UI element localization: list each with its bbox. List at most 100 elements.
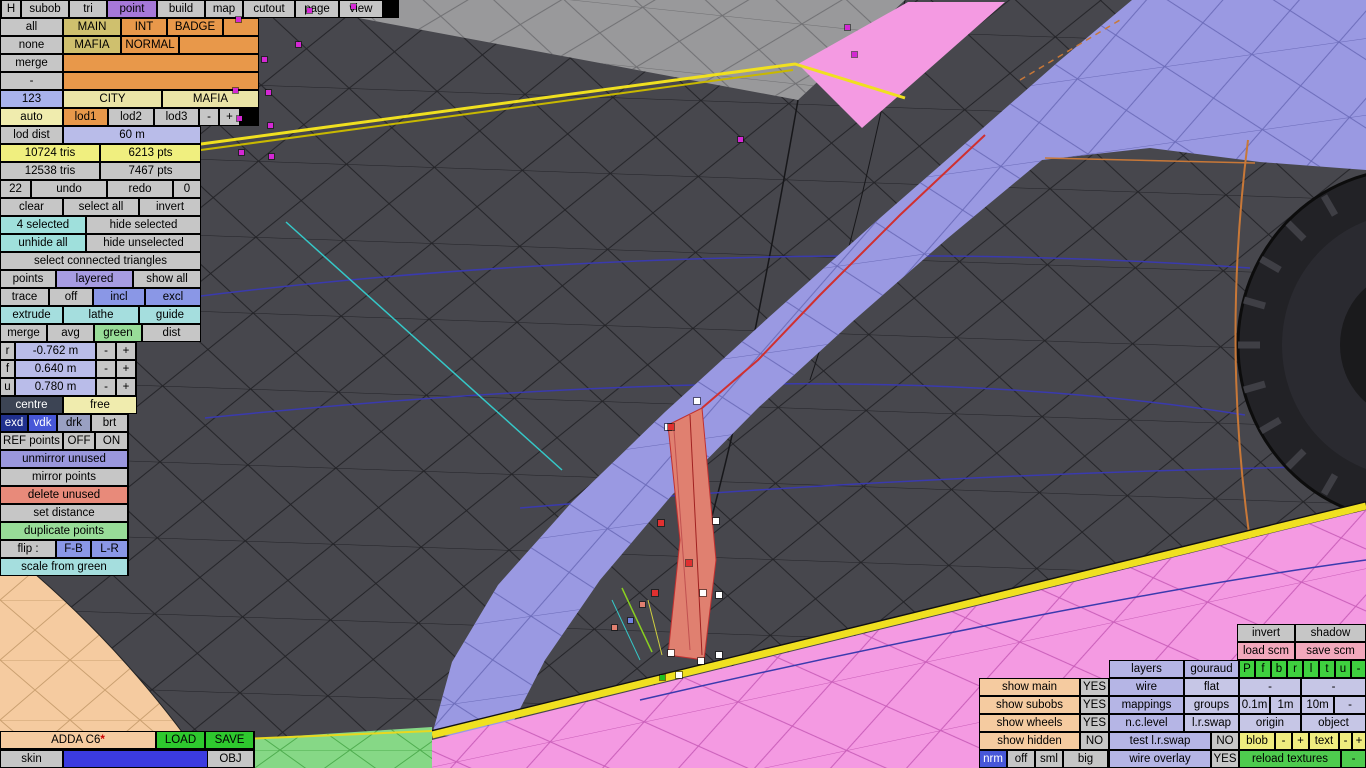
mat-empty-2[interactable] (180, 37, 258, 53)
nrm-sml-btn[interactable]: sml (1036, 751, 1062, 767)
points-mode-btn[interactable]: points (1, 271, 55, 287)
axis-r-minus-btn[interactable]: - (97, 343, 115, 359)
delete-unused-btn[interactable]: delete unused (1, 487, 127, 503)
mat-main[interactable]: MAIN (64, 19, 120, 35)
flip-lr-btn[interactable]: L-R (92, 541, 127, 557)
grid-10m-btn[interactable]: 10m (1302, 697, 1333, 713)
unhide-all-btn[interactable]: unhide all (1, 235, 85, 251)
select-connected-btn[interactable]: select connected triangles (1, 253, 200, 269)
layer-u-btn[interactable]: u (1336, 661, 1350, 677)
axis-f-minus-btn[interactable]: - (97, 361, 115, 377)
guide-btn[interactable]: guide (140, 307, 200, 323)
mat-normal[interactable]: NORMAL (122, 37, 178, 53)
hide-selected-btn[interactable]: hide selected (87, 217, 200, 233)
mat-mafia[interactable]: MAFIA (64, 37, 120, 53)
save-button[interactable]: SAVE (206, 732, 253, 748)
test-lrswap-state[interactable]: NO (1212, 733, 1238, 749)
mat-empty-3[interactable] (64, 55, 258, 71)
blob-btn[interactable]: blob (1240, 733, 1274, 749)
groups-btn[interactable]: groups (1185, 697, 1238, 713)
variant-mafia[interactable]: MAFIA (163, 91, 258, 107)
show-subobs-btn[interactable]: show subobs (980, 697, 1079, 713)
shade-exd-btn[interactable]: exd (1, 415, 27, 431)
show-wheels-btn[interactable]: show wheels (980, 715, 1079, 731)
wire-overlay-btn[interactable]: wire overlay (1110, 751, 1210, 767)
layer-t-btn[interactable]: t (1320, 661, 1334, 677)
lod-minus-btn[interactable]: - (200, 109, 218, 125)
reload-dash-btn[interactable]: - (1342, 751, 1365, 767)
flip-fb-btn[interactable]: F-B (57, 541, 90, 557)
lathe-btn[interactable]: lathe (64, 307, 138, 323)
lod1-tab[interactable]: lod1 (64, 109, 107, 125)
show-hidden-state[interactable]: NO (1081, 733, 1108, 749)
grid-1m-btn[interactable]: 1m (1271, 697, 1300, 713)
invert-selection-btn[interactable]: invert (140, 199, 200, 215)
axis-f-plus-btn[interactable]: + (117, 361, 135, 377)
dash-btn[interactable]: - (1, 73, 62, 89)
shade-vdk-btn[interactable]: vdk (29, 415, 56, 431)
duplicate-points-btn[interactable]: duplicate points (1, 523, 127, 539)
show-subobs-state[interactable]: YES (1081, 697, 1108, 713)
lod2-tab[interactable]: lod2 (109, 109, 153, 125)
menu-item-map[interactable]: map (206, 1, 242, 17)
green-btn[interactable]: green (95, 325, 141, 341)
lod3-tab[interactable]: lod3 (155, 109, 198, 125)
grid-dash-btn[interactable]: - (1335, 697, 1365, 713)
invert-btn[interactable]: invert (1238, 625, 1294, 641)
grid-01m-btn[interactable]: 0.1m (1240, 697, 1269, 713)
text-btn[interactable]: text (1310, 733, 1338, 749)
trace-off-btn[interactable]: off (50, 289, 92, 305)
redo-btn[interactable]: redo (108, 181, 172, 197)
layered-mode-btn[interactable]: layered (57, 271, 132, 287)
ref-off-btn[interactable]: OFF (64, 433, 94, 449)
menu-item-build[interactable]: build (158, 1, 204, 17)
show-hidden-btn[interactable]: show hidden (980, 733, 1079, 749)
load-button[interactable]: LOAD (157, 732, 204, 748)
show-all-btn[interactable]: show all (134, 271, 200, 287)
select-all-tris-btn[interactable]: select all (64, 199, 138, 215)
obj-button[interactable]: OBJ (208, 751, 253, 767)
ref-on-btn[interactable]: ON (96, 433, 127, 449)
shadow-btn[interactable]: shadow (1296, 625, 1365, 641)
layer-p-btn[interactable]: P (1240, 661, 1254, 677)
trace-incl-btn[interactable]: incl (94, 289, 144, 305)
pivot-free-btn[interactable]: free (64, 397, 136, 413)
object-btn[interactable]: object (1302, 715, 1365, 731)
unmirror-unused-btn[interactable]: unmirror unused (1, 451, 127, 467)
ncl-btn[interactable]: n.c.level (1110, 715, 1183, 731)
show-main-btn[interactable]: show main (980, 679, 1079, 695)
skin-button[interactable]: skin (1, 751, 62, 767)
flat-btn[interactable]: flat (1185, 679, 1238, 695)
layer-l-btn[interactable]: l (1304, 661, 1318, 677)
gouraud-btn[interactable]: gouraud (1185, 661, 1238, 677)
dash-cell-2[interactable]: - (1302, 679, 1365, 695)
blob-plus-btn[interactable]: + (1293, 733, 1308, 749)
test-lrswap-btn[interactable]: test l.r.swap (1110, 733, 1210, 749)
menu-item-cutout[interactable]: cutout (244, 1, 294, 17)
nrm-btn[interactable]: nrm (980, 751, 1006, 767)
merge-points-btn[interactable]: merge (1, 325, 46, 341)
mappings-btn[interactable]: mappings (1110, 697, 1183, 713)
dash-cell-1[interactable]: - (1240, 679, 1300, 695)
trace-excl-btn[interactable]: excl (146, 289, 200, 305)
show-wheels-state[interactable]: YES (1081, 715, 1108, 731)
scale-from-green-btn[interactable]: scale from green (1, 559, 127, 575)
select-all-btn[interactable]: all (1, 19, 62, 35)
variant-city[interactable]: CITY (64, 91, 161, 107)
pivot-centre-btn[interactable]: centre (1, 397, 62, 413)
auto-btn[interactable]: auto (1, 109, 62, 125)
skin-color-bar[interactable] (64, 751, 207, 767)
menu-item-h[interactable]: H (2, 1, 20, 17)
reload-textures-btn[interactable]: reload textures (1240, 751, 1340, 767)
menu-item-point[interactable]: point (108, 1, 156, 17)
text-plus-btn[interactable]: + (1353, 733, 1365, 749)
mat-empty-1[interactable] (224, 19, 258, 35)
axis-u-minus-btn[interactable]: - (97, 379, 115, 395)
select-none-btn[interactable]: none (1, 37, 62, 53)
layers-btn[interactable]: layers (1110, 661, 1183, 677)
undo-btn[interactable]: undo (32, 181, 106, 197)
mirror-points-btn[interactable]: mirror points (1, 469, 127, 485)
merge-btn[interactable]: merge (1, 55, 62, 71)
lod-dist-value[interactable]: 60 m (64, 127, 200, 143)
layer-b-btn[interactable]: b (1272, 661, 1286, 677)
